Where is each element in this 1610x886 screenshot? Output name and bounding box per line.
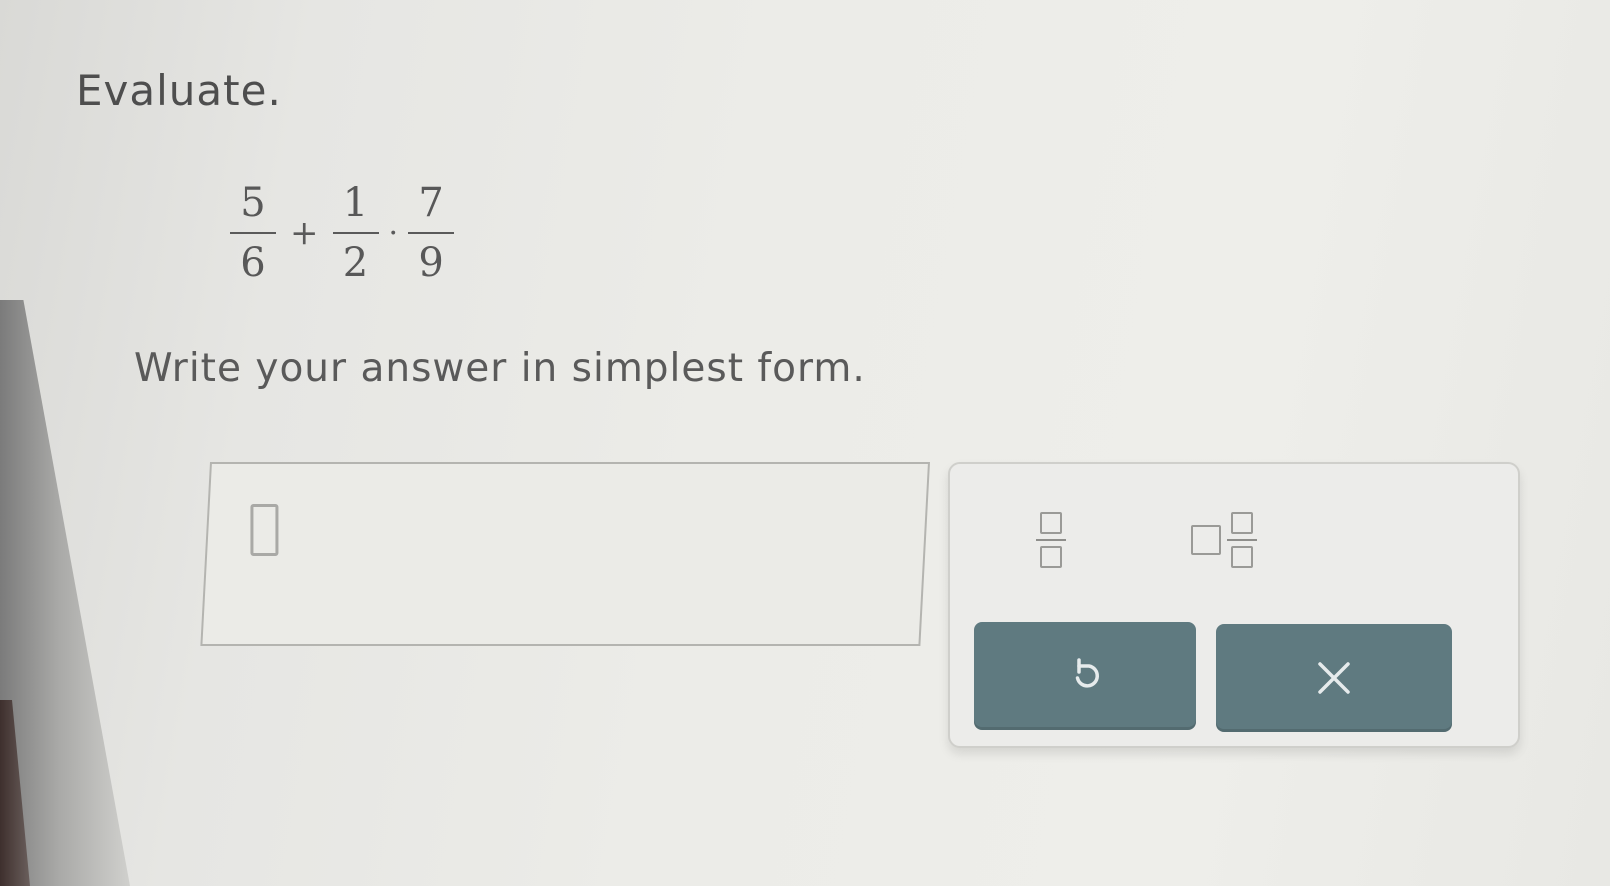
fraction-template-button[interactable] xyxy=(1020,500,1082,580)
math-keypad xyxy=(948,462,1520,748)
fraction-term-3: 7 9 xyxy=(408,178,455,288)
fraction-bar xyxy=(332,232,379,234)
denominator: 9 xyxy=(418,240,444,286)
multiply-operator: · xyxy=(388,215,399,251)
mixed-number-template-button[interactable] xyxy=(1176,500,1272,580)
denominator: 6 xyxy=(240,240,266,286)
numerator: 5 xyxy=(240,180,266,226)
input-cursor-box[interactable] xyxy=(250,504,279,556)
fraction-term-1: 5 6 xyxy=(230,178,276,288)
fraction-bar xyxy=(408,232,455,234)
fraction-icon-denominator xyxy=(1040,546,1062,569)
mixed-number-icon-numerator xyxy=(1231,511,1253,534)
mixed-number-icon-bar xyxy=(1227,538,1257,542)
undo-button[interactable] xyxy=(974,622,1196,730)
denominator: 2 xyxy=(342,240,369,286)
mixed-number-icon-fraction xyxy=(1227,511,1257,569)
fraction-icon-bar xyxy=(1036,538,1066,542)
numerator: 7 xyxy=(418,180,444,226)
plus-operator: + xyxy=(290,213,319,253)
answer-input[interactable] xyxy=(200,462,931,646)
math-expression: 5 6 + 1 2 · 7 9 xyxy=(230,168,455,298)
mixed-number-icon-denominator xyxy=(1231,546,1253,569)
prompt-text: Evaluate. xyxy=(76,66,282,115)
x-icon xyxy=(1318,662,1350,694)
fraction-icon xyxy=(1040,511,1062,534)
numerator: 1 xyxy=(342,180,369,226)
undo-icon xyxy=(1075,658,1099,688)
mixed-number-icon xyxy=(1191,525,1221,555)
instruction-text: Write your answer in simplest form. xyxy=(134,346,866,391)
fraction-term-2: 1 2 xyxy=(332,178,379,288)
fraction-bar xyxy=(230,232,276,234)
clear-button[interactable] xyxy=(1216,624,1452,732)
